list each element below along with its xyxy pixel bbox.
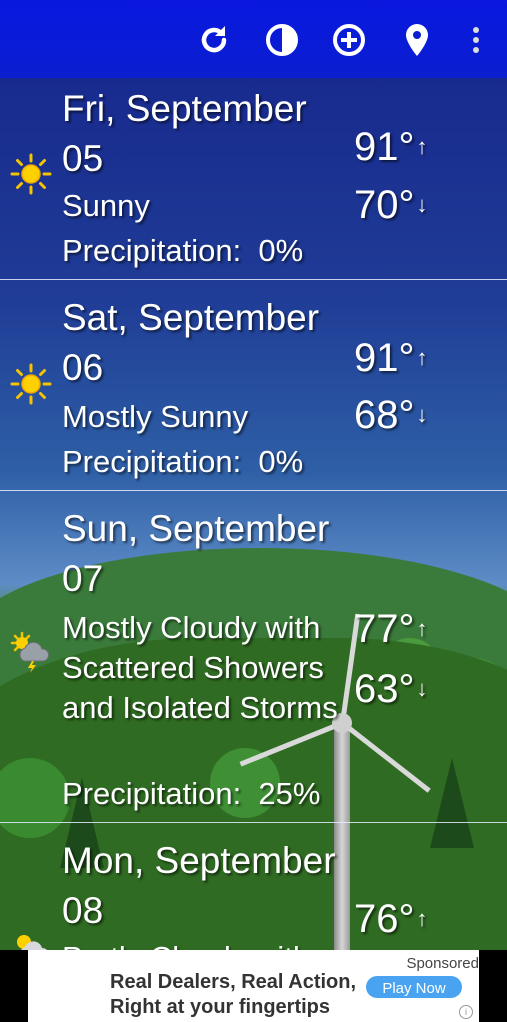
forecast-precipitation: Precipitation: 25%: [62, 776, 321, 811]
low-temp-value: 70°: [354, 183, 415, 227]
partly-cloudy-icon: [17, 935, 47, 950]
ad-headline: Real Dealers, Real Action, Right at your…: [110, 970, 356, 1020]
thunderstorm-icon: [10, 631, 49, 673]
forecast-row[interactable]: Sun, September 07 Mostly Cloudy with Sca…: [0, 491, 507, 823]
high-temp-value: 76°: [354, 897, 415, 941]
up-arrow-icon: ↑: [416, 345, 428, 370]
forecast-date: Sat, September 06: [62, 297, 320, 388]
high-temperature: 77°↑: [354, 606, 428, 652]
refresh-icon[interactable]: [194, 20, 234, 60]
down-arrow-icon: ↓: [416, 192, 428, 217]
forecast-date: Mon, September 08: [62, 840, 336, 931]
down-arrow-icon: ↓: [416, 402, 428, 427]
ad-banner[interactable]: Sponsored Real Dealers, Real Action, Rig…: [28, 950, 479, 1022]
top-app-bar: [0, 0, 507, 78]
forecast-condition: Mostly Sunny: [62, 399, 249, 434]
add-location-icon[interactable]: [329, 20, 369, 60]
ad-play-now-button[interactable]: Play Now: [366, 976, 462, 998]
up-arrow-icon: ↑: [416, 616, 428, 641]
theme-icon[interactable]: [262, 20, 302, 60]
high-temperature: 91°↑: [354, 124, 428, 170]
forecast-date: Sun, September 07: [62, 508, 330, 599]
down-arrow-icon: ↓: [416, 676, 428, 701]
high-temp-value: 91°: [354, 336, 415, 380]
forecast-date: Fri, September 05: [62, 88, 307, 179]
forecast-condition: Sunny: [62, 188, 150, 223]
high-temp-value: 91°: [354, 125, 415, 169]
high-temperature: 91°↑: [354, 335, 428, 381]
forecast-precipitation: Precipitation: 0%: [62, 233, 304, 268]
ad-info-icon[interactable]: i: [459, 1005, 473, 1019]
low-temperature: 68°↓: [354, 392, 428, 438]
forecast-row[interactable]: Mon, September 08 Partly Cloudy with 76°…: [0, 823, 507, 950]
low-temp-value: 68°: [354, 393, 415, 437]
high-temp-value: 77°: [354, 607, 415, 651]
up-arrow-icon: ↑: [416, 134, 428, 159]
forecast-condition: Partly Cloudy with: [62, 938, 352, 950]
overflow-menu-icon[interactable]: [456, 20, 496, 60]
low-temp-value: 63°: [354, 667, 415, 711]
ad-line-2: Right at your fingertips: [110, 996, 330, 1018]
low-temperature: 70°↓: [354, 182, 428, 228]
sunny-icon: [10, 153, 52, 195]
forecast-condition: Mostly Cloudy with Scattered Showers and…: [62, 610, 338, 725]
forecast-row[interactable]: Fri, September 05 Sunny Precipitation: 0…: [0, 78, 507, 280]
forecast-row[interactable]: Sat, September 06 Mostly Sunny Precipita…: [0, 280, 507, 491]
up-arrow-icon: ↑: [416, 906, 428, 931]
ad-line-1: Real Dealers, Real Action,: [110, 971, 357, 993]
sunny-icon: [10, 363, 52, 405]
low-temperature: 63°↓: [354, 666, 428, 712]
forecast-precipitation: Precipitation: 0%: [62, 444, 304, 479]
high-temperature: 76°↑: [354, 896, 428, 942]
ad-sponsored-label: Sponsored: [406, 955, 479, 972]
location-pin-icon[interactable]: [397, 20, 437, 60]
